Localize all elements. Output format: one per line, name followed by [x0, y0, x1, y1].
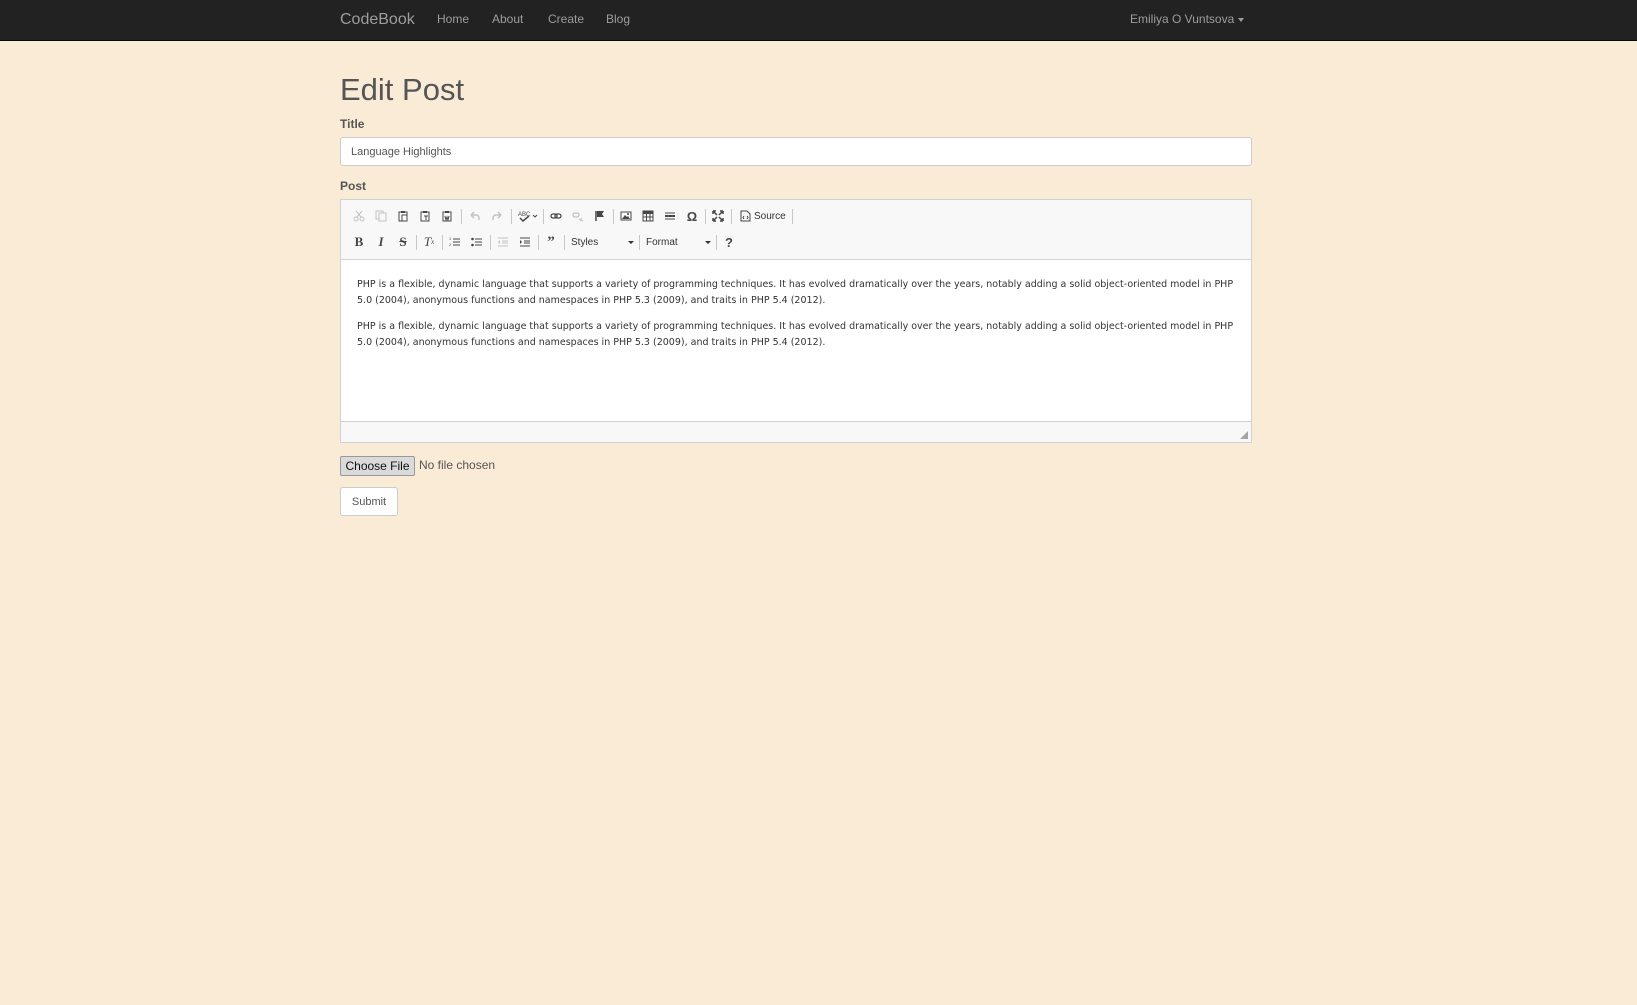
paste-word-icon[interactable] — [437, 206, 457, 226]
editor-toolbar: ABC Ω Source B I S T x 1 2 ” Styles Form… — [341, 200, 1251, 260]
paste-text-icon[interactable] — [415, 206, 435, 226]
table-icon[interactable] — [638, 206, 658, 226]
nav-about[interactable]: About — [492, 12, 523, 26]
styles-label: Styles — [571, 236, 599, 248]
svg-text:ABC: ABC — [518, 212, 531, 218]
editor-content[interactable]: PHP is a flexible, dynamic language that… — [341, 261, 1251, 421]
blockquote-icon[interactable]: ” — [541, 232, 561, 252]
styles-dropdown[interactable]: Styles — [568, 232, 636, 252]
toolbar-separator — [731, 209, 732, 224]
submit-button[interactable]: Submit — [340, 487, 398, 516]
format-dropdown[interactable]: Format — [643, 232, 713, 252]
page-title: Edit Post — [340, 72, 465, 107]
toolbar-separator — [613, 209, 614, 224]
format-label: Format — [646, 236, 678, 248]
remove-format-icon[interactable]: Tx — [419, 232, 439, 252]
strikethrough-icon[interactable]: S — [393, 232, 413, 252]
toolbar-separator — [564, 235, 565, 250]
paragraph: PHP is a flexible, dynamic language that… — [357, 321, 1234, 348]
spellcheck-icon[interactable]: ABC — [515, 206, 541, 226]
undo-icon[interactable] — [465, 206, 485, 226]
toolbar-separator — [511, 209, 512, 224]
title-input[interactable] — [340, 137, 1252, 166]
anchor-flag-icon[interactable] — [590, 206, 610, 226]
chevron-down-icon — [705, 241, 711, 244]
special-char-icon[interactable]: Ω — [682, 206, 702, 226]
user-menu[interactable]: Emiliya O Vuntsova — [1130, 12, 1245, 26]
svg-text:1: 1 — [449, 236, 452, 241]
post-label: Post — [340, 179, 367, 193]
title-label: Title — [340, 117, 365, 131]
chevron-down-icon — [628, 241, 634, 244]
nav-blog[interactable]: Blog — [606, 12, 630, 26]
toolbar-separator — [416, 235, 417, 250]
rich-text-editor: ABC Ω Source B I S T x 1 2 ” Styles Form… — [340, 199, 1252, 443]
toolbar-separator — [705, 209, 706, 224]
resize-handle-icon[interactable] — [1240, 431, 1248, 439]
numbered-list-icon[interactable]: 12 — [445, 232, 465, 252]
choose-file-button[interactable]: Choose File — [340, 456, 415, 476]
toolbar-separator — [716, 235, 717, 250]
paste-icon[interactable] — [393, 206, 413, 226]
paragraph: PHP is a flexible, dynamic language that… — [357, 279, 1234, 306]
source-icon — [740, 210, 751, 222]
svg-text:2: 2 — [449, 242, 452, 247]
toolbar-separator — [442, 235, 443, 250]
file-status: No file chosen — [419, 458, 496, 472]
italic-icon[interactable]: I — [371, 232, 391, 252]
unlink-icon[interactable] — [568, 206, 588, 226]
toolbar-separator — [639, 235, 640, 250]
caret-down-icon — [1238, 17, 1245, 22]
cut-icon[interactable] — [349, 206, 369, 226]
bold-icon[interactable]: B — [349, 232, 369, 252]
nav-home[interactable]: Home — [437, 12, 469, 26]
toolbar-separator — [543, 209, 544, 224]
maximize-icon[interactable] — [708, 206, 728, 226]
toolbar-separator — [538, 235, 539, 250]
brand-link[interactable]: CodeBook — [340, 11, 415, 29]
outdent-icon[interactable] — [493, 232, 513, 252]
nav-create[interactable]: Create — [548, 12, 584, 26]
help-icon[interactable]: ? — [719, 232, 739, 252]
source-label: Source — [754, 210, 786, 222]
editor-status-bar — [341, 421, 1251, 442]
copy-icon[interactable] — [371, 206, 391, 226]
redo-icon[interactable] — [487, 206, 507, 226]
toolbar-separator — [461, 209, 462, 224]
toolbar-separator — [490, 235, 491, 250]
link-icon[interactable] — [546, 206, 566, 226]
source-button[interactable]: Source — [740, 206, 786, 226]
toolbar-separator — [792, 209, 793, 224]
bulleted-list-icon[interactable] — [467, 232, 487, 252]
top-navbar: CodeBook Home About Create Blog Emiliya … — [0, 0, 1637, 41]
image-icon[interactable] — [616, 206, 636, 226]
user-name: Emiliya O Vuntsova — [1130, 12, 1235, 26]
indent-icon[interactable] — [515, 232, 535, 252]
horizontal-rule-icon[interactable] — [660, 206, 680, 226]
